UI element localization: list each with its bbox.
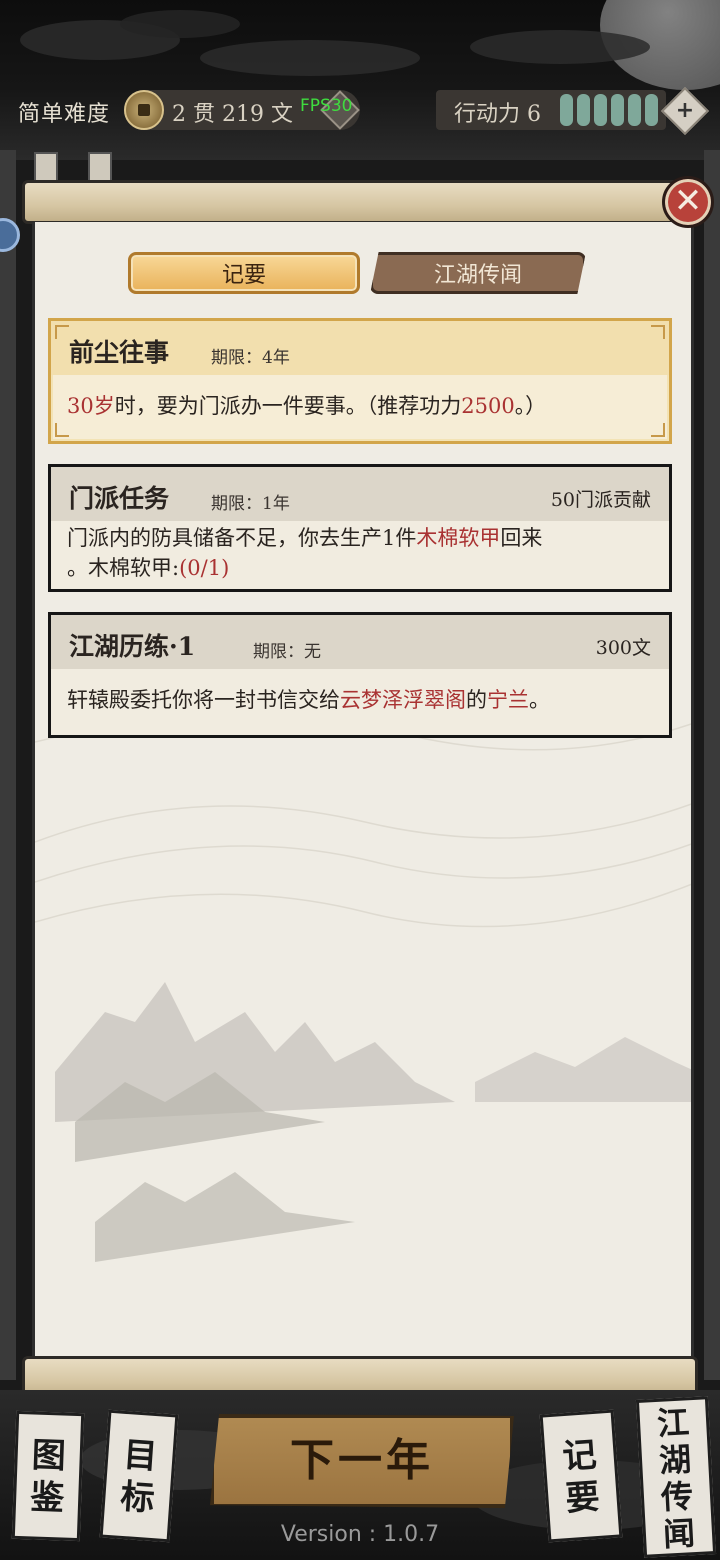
corner-ornament bbox=[55, 423, 69, 437]
item-highlight: 木棉软甲 bbox=[416, 526, 501, 550]
hanging-tag-icon bbox=[34, 152, 58, 182]
task-card-training[interactable]: 江湖历练·1 期限：无 300文 轩辕殿委托你将一封书信交给云梦泽浮翠阁的宁兰。 bbox=[48, 612, 672, 738]
fps-counter: FPS30 bbox=[300, 96, 353, 116]
close-button[interactable]: ✕ bbox=[662, 176, 714, 228]
action-points-bars bbox=[560, 94, 658, 126]
notes-label: 记要 bbox=[561, 1434, 601, 1520]
action-point-pip bbox=[645, 94, 658, 126]
task-deadline: 期限：1年 bbox=[211, 494, 290, 514]
task-reward: 300文 bbox=[595, 637, 651, 659]
plus-icon: + bbox=[675, 98, 695, 123]
coin-icon bbox=[124, 90, 164, 130]
task-deadline: 期限：无 bbox=[253, 642, 321, 662]
atlas-label: 图鉴 bbox=[29, 1435, 67, 1519]
task-card-sect[interactable]: 门派任务 期限：1年 50门派贡献 门派内的防具储备不足，你去生产1件木棉软甲回… bbox=[48, 464, 672, 592]
description-text: 轩辕殿委托你将一封书信交给 bbox=[67, 688, 340, 712]
task-card-header: 前尘往事 期限：4年 bbox=[51, 321, 669, 375]
task-description: 门派内的防具储备不足，你去生产1件木棉软甲回来。木棉软甲:(0/1) bbox=[67, 523, 655, 583]
description-text: 时，要为门派办一件要事。（推荐功力 bbox=[114, 394, 462, 418]
task-title: 门派任务 bbox=[69, 484, 170, 513]
task-description: 轩辕殿委托你将一封书信交给云梦泽浮翠阁的宁兰。 bbox=[67, 685, 655, 715]
corner-ornament bbox=[651, 325, 665, 339]
progress-highlight: (0/1) bbox=[179, 556, 230, 580]
cloud-decoration bbox=[470, 30, 650, 64]
description-text: 回来 bbox=[500, 526, 543, 550]
action-point-pip bbox=[628, 94, 641, 126]
task-reward: 50门派贡献 bbox=[550, 489, 651, 511]
task-card-header: 江湖历练·1 期限：无 300文 bbox=[51, 615, 669, 669]
hanging-tag-icon bbox=[88, 152, 112, 182]
corner-ornament bbox=[55, 325, 69, 339]
task-title: 前尘往事 bbox=[69, 338, 170, 367]
tab-notes[interactable]: 记要 bbox=[128, 252, 360, 294]
top-bar: 简单难度 2 贯 219 文 FPS30 行动力 6 + bbox=[0, 0, 720, 160]
side-menu-icon[interactable] bbox=[0, 218, 20, 252]
description-text: 。木棉软甲: bbox=[67, 556, 180, 580]
description-text: 的 bbox=[466, 688, 487, 712]
currency-text: 2 贯 219 文 bbox=[172, 102, 293, 127]
add-action-points-button[interactable]: + bbox=[660, 86, 710, 136]
action-points-label: 行动力 6 bbox=[454, 102, 541, 127]
task-description: 30岁时，要为门派办一件要事。（推荐功力2500。） bbox=[67, 391, 655, 421]
person-highlight: 宁兰 bbox=[487, 688, 529, 712]
description-text: 门派内的防具储备不足，你去生产1件 bbox=[67, 526, 417, 550]
power-highlight: 2500 bbox=[461, 394, 515, 418]
place-highlight: 云梦泽浮翠阁 bbox=[340, 688, 466, 712]
difficulty-label: 简单难度 bbox=[18, 102, 111, 127]
task-card-header: 门派任务 期限：1年 50门派贡献 bbox=[51, 467, 669, 521]
left-frame bbox=[0, 150, 16, 1380]
action-points-display: 行动力 6 bbox=[436, 90, 666, 130]
close-icon: ✕ bbox=[673, 181, 703, 221]
action-point-pip bbox=[594, 94, 607, 126]
action-point-pip bbox=[577, 94, 590, 126]
cloud-decoration bbox=[200, 40, 420, 76]
goals-label: 目标 bbox=[119, 1434, 159, 1520]
version-label: Version : 1.0.7 bbox=[280, 1522, 440, 1547]
tab-rumors[interactable]: 江湖传闻 bbox=[370, 252, 586, 294]
description-text: 。） bbox=[514, 394, 547, 418]
task-deadline: 期限：4年 bbox=[211, 348, 290, 368]
action-point-pip bbox=[611, 94, 624, 126]
right-frame bbox=[704, 150, 720, 1380]
age-highlight: 30岁 bbox=[67, 394, 115, 418]
scroll-top-rod bbox=[22, 180, 698, 224]
corner-ornament bbox=[651, 423, 665, 437]
task-card-past[interactable]: 前尘往事 期限：4年 30岁时，要为门派办一件要事。（推荐功力2500。） bbox=[48, 318, 672, 444]
action-point-pip bbox=[560, 94, 573, 126]
next-year-button[interactable]: 下一年 bbox=[210, 1414, 514, 1508]
description-text: 。 bbox=[529, 688, 550, 712]
cloud-decoration bbox=[120, 10, 240, 38]
task-title: 江湖历练·1 bbox=[69, 632, 196, 661]
